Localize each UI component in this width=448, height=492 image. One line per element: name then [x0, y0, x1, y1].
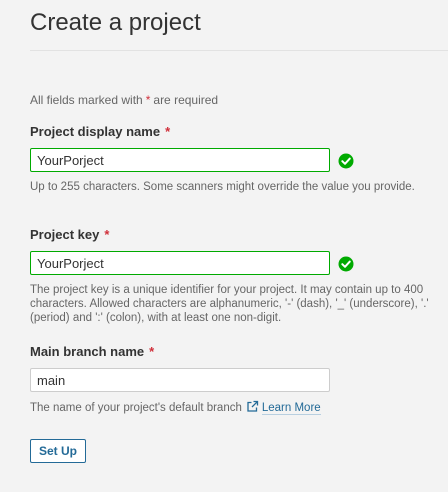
required-marker: * — [104, 227, 110, 242]
required-note-text-before: All fields marked with — [30, 93, 143, 107]
project-key-input[interactable] — [30, 251, 330, 275]
project-key-help: The project key is a unique identifier f… — [30, 284, 429, 324]
project-display-name-help: Up to 255 characters. Some scanners migh… — [30, 181, 415, 193]
required-marker: * — [165, 124, 171, 139]
main-branch-name-label-text: Main branch name — [30, 344, 145, 359]
check-circle-icon — [338, 256, 354, 272]
set-up-button[interactable]: Set Up — [30, 439, 87, 463]
main-branch-name-label: Main branch name * — [30, 344, 154, 360]
required-note-text-after: are required — [153, 93, 219, 107]
project-key-label: Project key * — [30, 227, 109, 243]
project-display-name-input[interactable] — [30, 148, 330, 172]
create-project-page: Create a project All fields marked with *… — [0, 0, 448, 492]
project-key-label-text: Project key — [30, 227, 100, 242]
check-circle-icon — [338, 153, 354, 169]
required-fields-note: All fields marked with * are required — [30, 92, 218, 108]
title-divider — [30, 50, 448, 51]
main-branch-name-help: The name of your project's default branc… — [30, 400, 430, 415]
required-marker: * — [145, 93, 151, 107]
project-display-name-label-text: Project display name — [30, 124, 161, 139]
main-branch-name-input[interactable] — [30, 368, 330, 392]
learn-more-link[interactable]: Learn More — [261, 402, 321, 415]
page-title: Create a project — [30, 9, 201, 36]
required-marker: * — [149, 344, 155, 359]
external-link-icon — [247, 400, 259, 412]
project-display-name-label: Project display name * — [30, 124, 170, 140]
main-branch-help-text: The name of your project's default branc… — [30, 402, 242, 414]
